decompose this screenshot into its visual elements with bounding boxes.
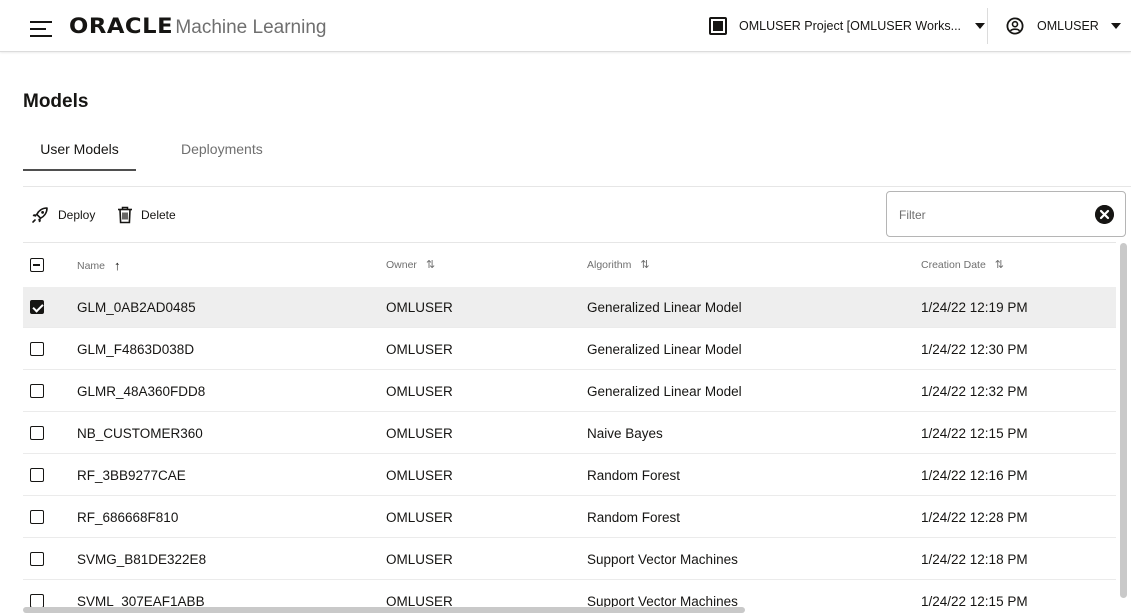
cell-name: SVMG_B81DE322E8 bbox=[77, 552, 207, 567]
table-row[interactable]: SVMG_B81DE322E8 OMLUSER Support Vector M… bbox=[23, 539, 1116, 580]
section-divider bbox=[23, 186, 1131, 187]
row-checkbox[interactable] bbox=[30, 342, 44, 356]
deploy-label: Deploy bbox=[58, 208, 96, 222]
row-checkbox[interactable] bbox=[30, 552, 44, 566]
row-checkbox[interactable] bbox=[30, 426, 44, 440]
cell-creation-date: 1/24/22 12:30 PM bbox=[921, 342, 1028, 357]
cell-name: RF_3BB9277CAE bbox=[77, 468, 186, 483]
row-checkbox[interactable] bbox=[30, 468, 44, 482]
cell-owner: OMLUSER bbox=[386, 342, 453, 357]
filter-box bbox=[886, 191, 1126, 237]
cell-owner: OMLUSER bbox=[386, 468, 453, 483]
sort-toggle-icon: ⇅ bbox=[994, 259, 1005, 271]
table-row[interactable]: GLM_0AB2AD0485 OMLUSER Generalized Linea… bbox=[23, 287, 1116, 328]
table-row[interactable]: RF_3BB9277CAE OMLUSER Random Forest 1/24… bbox=[23, 455, 1116, 496]
cell-owner: OMLUSER bbox=[386, 426, 453, 441]
page-title: Models bbox=[23, 91, 89, 112]
product-name: Machine Learning bbox=[175, 17, 327, 38]
vertical-scrollbar[interactable] bbox=[1116, 243, 1131, 614]
chevron-down-icon bbox=[975, 23, 986, 29]
cell-creation-date: 1/24/22 12:16 PM bbox=[921, 468, 1028, 483]
vertical-scrollbar-thumb[interactable] bbox=[1120, 243, 1127, 598]
sort-toggle-icon: ⇅ bbox=[425, 259, 436, 271]
delete-button[interactable]: Delete bbox=[117, 205, 176, 225]
cell-algorithm: Generalized Linear Model bbox=[587, 342, 742, 357]
hamburger-menu-icon[interactable] bbox=[30, 21, 52, 37]
column-label: Name bbox=[77, 259, 106, 272]
cell-creation-date: 1/24/22 12:18 PM bbox=[921, 552, 1028, 567]
tab-deployments[interactable]: Deployments bbox=[181, 135, 263, 171]
cell-name: GLMR_48A360FDD8 bbox=[77, 384, 206, 399]
column-label: Creation Date bbox=[921, 258, 986, 271]
table-row[interactable]: GLM_F4863D038D OMLUSER Generalized Linea… bbox=[23, 329, 1116, 370]
cell-algorithm: Naive Bayes bbox=[587, 426, 663, 441]
app-header: ORACLE Machine Learning OMLUSER Project … bbox=[0, 0, 1131, 52]
cell-owner: OMLUSER bbox=[386, 510, 453, 525]
user-menu[interactable]: OMLUSER bbox=[1006, 12, 1121, 40]
user-label: OMLUSER bbox=[1037, 19, 1099, 33]
column-label: Owner bbox=[386, 258, 417, 271]
grid-project-icon bbox=[709, 17, 727, 35]
row-checkbox[interactable] bbox=[30, 300, 44, 314]
row-checkbox[interactable] bbox=[30, 594, 44, 608]
sort-ascending-icon: ↑ bbox=[114, 258, 121, 273]
cell-creation-date: 1/24/22 12:32 PM bbox=[921, 384, 1028, 399]
column-header-owner[interactable]: Owner ⇅ bbox=[386, 258, 436, 272]
oracle-logo: ORACLE bbox=[69, 14, 174, 38]
column-header-algorithm[interactable]: Algorithm ⇅ bbox=[587, 258, 650, 272]
cell-algorithm: Random Forest bbox=[587, 510, 681, 525]
cell-algorithm: Support Vector Machines bbox=[587, 552, 738, 567]
cell-creation-date: 1/24/22 12:15 PM bbox=[921, 594, 1028, 609]
cell-name: RF_686668F810 bbox=[77, 510, 179, 525]
cell-creation-date: 1/24/22 12:15 PM bbox=[921, 426, 1028, 441]
cell-name: NB_CUSTOMER360 bbox=[77, 426, 203, 441]
clear-filter-icon[interactable] bbox=[1095, 205, 1114, 224]
rocket-deploy-icon bbox=[32, 207, 48, 223]
cell-algorithm: Random Forest bbox=[587, 468, 681, 483]
cell-name: GLM_F4863D038D bbox=[77, 342, 195, 357]
models-table: Name ↑ Owner ⇅ Algorithm ⇅ Creation Date… bbox=[23, 243, 1116, 614]
project-selector[interactable]: OMLUSER Project [OMLUSER Works... bbox=[709, 12, 986, 40]
cell-algorithm: Generalized Linear Model bbox=[587, 384, 742, 399]
cell-owner: OMLUSER bbox=[386, 384, 453, 399]
sort-toggle-icon: ⇅ bbox=[640, 259, 650, 271]
cell-algorithm: Generalized Linear Model bbox=[587, 300, 742, 315]
cell-owner: OMLUSER bbox=[386, 300, 453, 315]
cell-creation-date: 1/24/22 12:28 PM bbox=[921, 510, 1028, 525]
table-header: Name ↑ Owner ⇅ Algorithm ⇅ Creation Date… bbox=[23, 243, 1116, 287]
filter-input[interactable] bbox=[899, 205, 1079, 225]
column-header-creation-date[interactable]: Creation Date ⇅ bbox=[921, 258, 1005, 272]
cell-creation-date: 1/24/22 12:19 PM bbox=[921, 300, 1028, 315]
horizontal-scrollbar-thumb[interactable] bbox=[23, 607, 745, 613]
row-checkbox[interactable] bbox=[30, 510, 44, 524]
chevron-down-icon bbox=[1110, 23, 1121, 29]
table-row[interactable]: NB_CUSTOMER360 OMLUSER Naive Bayes 1/24/… bbox=[23, 413, 1116, 454]
row-checkbox[interactable] bbox=[30, 384, 44, 398]
app-brand[interactable]: ORACLE Machine Learning bbox=[69, 14, 326, 40]
table-row[interactable]: RF_686668F810 OMLUSER Random Forest 1/24… bbox=[23, 497, 1116, 538]
project-label: OMLUSER Project [OMLUSER Works... bbox=[739, 19, 962, 33]
trash-icon bbox=[118, 206, 132, 224]
select-all-checkbox[interactable] bbox=[30, 258, 44, 272]
column-label: Algorithm bbox=[587, 258, 632, 271]
cell-owner: OMLUSER bbox=[386, 552, 453, 567]
deploy-button[interactable]: Deploy bbox=[30, 205, 95, 225]
user-circle-icon bbox=[1006, 17, 1024, 35]
delete-label: Delete bbox=[141, 208, 176, 222]
column-header-name[interactable]: Name ↑ bbox=[77, 258, 121, 273]
header-divider bbox=[987, 8, 988, 44]
tab-user-models[interactable]: User Models bbox=[23, 135, 136, 171]
table-row[interactable]: GLMR_48A360FDD8 OMLUSER Generalized Line… bbox=[23, 371, 1116, 412]
cell-name: GLM_0AB2AD0485 bbox=[77, 300, 196, 315]
